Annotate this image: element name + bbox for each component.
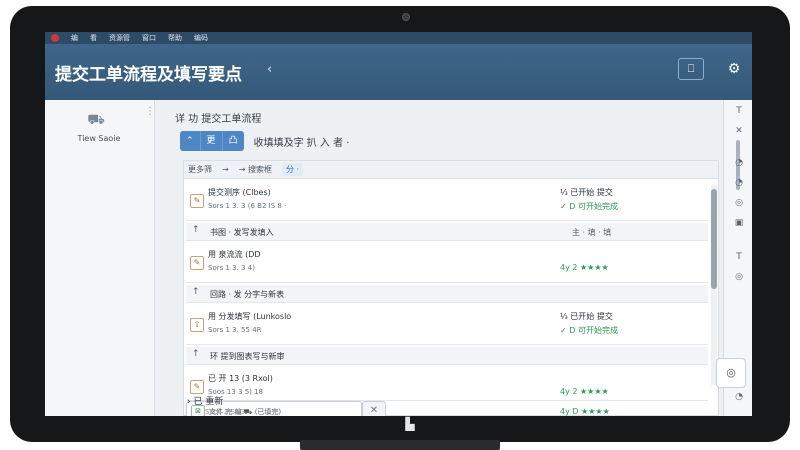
segment-button[interactable]: 凸: [221, 131, 244, 151]
action-label: 收填填及字 扒 入 者 ·: [253, 137, 350, 149]
item-rating: 4y 2 ★★★★: [560, 387, 609, 396]
segment-button[interactable]: 更: [199, 131, 222, 151]
attachment-rating: 4y D ★★★★: [560, 407, 610, 416]
clock-icon[interactable]: ◔: [732, 156, 746, 170]
clipboard-button[interactable]: ⎕: [678, 58, 704, 80]
ticket-list: 更多筛 → → 搜索框 分 · ✎ 提交测序 (Clbes) Sors 1 3.…: [183, 160, 719, 416]
menu-item[interactable]: 编: [71, 33, 78, 43]
segment-button[interactable]: ⌃: [180, 131, 200, 151]
item-progress: ✓ D 可开始完成: [560, 326, 618, 335]
section-label: 环 提到图表写与新审: [210, 352, 285, 361]
filter-item: →: [222, 165, 229, 174]
right-rail: T ✕ ◔ ◔ ◎ ▣ T ◎ ◔ ◎: [716, 100, 752, 416]
menu-item[interactable]: 看: [90, 33, 97, 43]
list-item[interactable]: ✎ 已 开 13 (3 Rxol) Soos 13 3 5) 18 4y 2 ★…: [186, 367, 708, 401]
upload-icon[interactable]: ⇧: [190, 318, 204, 332]
item-title: 提交测序 (Clbes): [208, 188, 271, 197]
edit-icon[interactable]: ✎: [190, 256, 204, 270]
filter-item[interactable]: → 搜索框: [239, 164, 272, 175]
item-status: ⅓ 已开始 提交: [560, 312, 613, 321]
menubar: 编 看 资源管 窗口 帮助 编码: [45, 32, 752, 44]
filter-chip[interactable]: 分 ·: [281, 163, 304, 176]
more-icon[interactable]: ⋮: [145, 106, 155, 117]
section-header[interactable]: ↑ 环 提到图表写与新审: [186, 347, 708, 365]
target-icon[interactable]: ◎: [732, 196, 746, 210]
scrollbar-thumb[interactable]: [711, 189, 717, 289]
clock-icon[interactable]: ◔: [732, 390, 746, 404]
action-bar: ⌃ 更 凸 收填填及字 扒 入 者 ·: [180, 130, 349, 152]
menu-item[interactable]: 资源管: [109, 33, 130, 43]
main-content: 详 功 提交工单流程 ⌃ 更 凸 收填填及字 扒 入 者 · 更多筛 → → 搜…: [155, 100, 723, 416]
target-icon[interactable]: ◎: [732, 270, 746, 284]
app-icon[interactable]: [51, 34, 59, 42]
menu-item[interactable]: 帮助: [168, 33, 182, 43]
breadcrumb: 详 功 提交工单流程: [175, 114, 262, 125]
collapse-sidebar-icon[interactable]: ‹: [267, 62, 272, 77]
footer-meta: Soos 2 SEG: [205, 408, 245, 416]
square-icon[interactable]: ▣: [732, 216, 746, 230]
user-name: Tiew Saoie: [77, 134, 121, 143]
screen: 编 看 资源管 窗口 帮助 编码 提交工单流程及填写要点 ‹ ⎕ ⚙ ⋮ ⛟ T…: [45, 32, 752, 416]
page-header: 提交工单流程及填写要点 ‹ ⎕ ⚙: [45, 44, 752, 100]
item-status: ⅓ 已开始 提交: [560, 188, 613, 197]
avatar-icon[interactable]: ⛟: [85, 112, 107, 128]
arrow-up-icon: ↑: [192, 287, 200, 297]
close-icon[interactable]: ✕: [732, 124, 746, 138]
section-header[interactable]: ↑ 书图 · 发写发填入 主 · 填 · 填: [186, 223, 708, 241]
edit-icon[interactable]: ✎: [190, 380, 204, 394]
monitor-stand: [300, 440, 500, 450]
list-scrollbar[interactable]: [711, 185, 717, 385]
section-label: 回路 · 发 分字与新表: [210, 290, 285, 299]
help-button[interactable]: ◎: [716, 358, 746, 388]
menu-item[interactable]: 窗口: [142, 33, 156, 43]
item-meta: Sors 1 3. 3 (6 B2 IS 8 ·: [208, 202, 287, 210]
filter-item[interactable]: 更多筛: [188, 164, 212, 175]
menu-item[interactable]: 编码: [194, 33, 208, 43]
text-tool-icon[interactable]: T: [732, 250, 746, 264]
item-title: 用 分发填写 (Lunkoslo: [208, 312, 292, 321]
item-title: 已 开 13 (3 Rxol): [208, 374, 273, 383]
filter-bar: 更多筛 → → 搜索框 分 ·: [184, 161, 718, 179]
brand-logo-icon: ▙: [405, 417, 415, 431]
list-item[interactable]: ⇧ 用 分发填写 (Lunkoslo Sors 1 3. 55 4R ⅓ 已开始…: [186, 305, 708, 345]
close-icon[interactable]: ✕: [362, 401, 386, 416]
item-meta: Sors 1 3. 3 4): [208, 264, 255, 272]
arrow-up-icon: ↑: [192, 225, 200, 235]
arrow-up-icon: ↑: [192, 349, 200, 359]
clock-icon[interactable]: ◔: [732, 176, 746, 190]
item-progress: ✓ D 可开始完成: [560, 202, 618, 211]
segmented-control: ⌃ 更 凸: [180, 131, 244, 151]
camera-icon: [402, 13, 410, 21]
section-label: 书图 · 发写发填入: [210, 228, 274, 237]
list-item[interactable]: ✎ 用 泉流流 (DD Sors 1 3. 3 4) 4y 2 ★★★★: [186, 243, 708, 283]
sidebar: ⋮ ⛟ Tiew Saoie: [45, 100, 155, 416]
section-header[interactable]: ↑ 回路 · 发 分字与新表: [186, 285, 708, 303]
section-meta: 主 · 填 · 填: [572, 228, 612, 237]
gear-icon[interactable]: ⚙: [721, 58, 747, 80]
list-item[interactable]: ✎ 提交测序 (Clbes) Sors 1 3. 3 (6 B2 IS 8 · …: [186, 181, 708, 221]
page-title: 提交工单流程及填写要点: [55, 65, 242, 85]
item-rating: 4y 2 ★★★★: [560, 263, 609, 272]
edit-icon[interactable]: ✎: [190, 194, 204, 208]
item-title: 用 泉流流 (DD: [208, 250, 261, 259]
text-tool-icon[interactable]: T: [732, 104, 746, 118]
item-meta: Sors 1 3. 55 4R: [208, 326, 262, 334]
show-more-link[interactable]: › 已 重新: [187, 394, 223, 407]
